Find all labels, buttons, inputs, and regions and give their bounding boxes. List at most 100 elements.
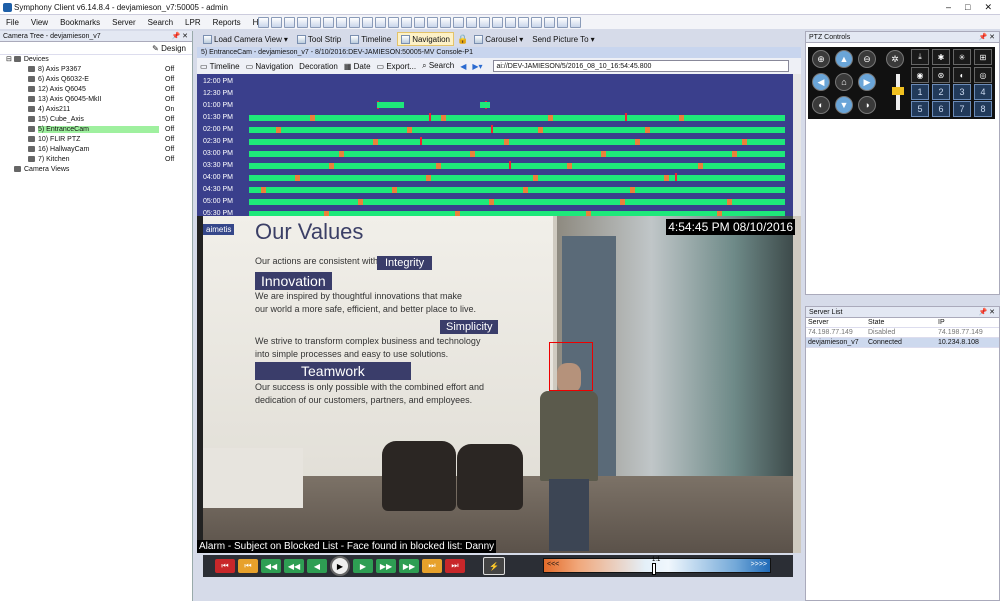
keypad-button[interactable]: 4 xyxy=(974,84,992,100)
tree-camera-item[interactable]: 8) Axis P3367 Off xyxy=(0,65,192,75)
toolbar-icon[interactable] xyxy=(271,16,282,28)
timeline-activity-bar[interactable] xyxy=(249,139,785,145)
toolbar-icon[interactable] xyxy=(258,16,269,28)
toolbar-icon[interactable] xyxy=(518,16,529,28)
video-feed[interactable]: Our Values Our actions are consistent wi… xyxy=(197,216,801,553)
timeline-alarm-mark[interactable] xyxy=(491,125,493,133)
toolbar-icon[interactable] xyxy=(414,16,425,28)
tree-camera-item-selected[interactable]: 5) EntranceCam Off xyxy=(0,125,192,135)
tree-camera-item[interactable]: 16) HallwayCam Off xyxy=(0,145,192,155)
toolbar-icon[interactable] xyxy=(310,16,321,28)
preset-icon[interactable]: ◎ xyxy=(974,67,992,83)
toolbar-icon[interactable] xyxy=(323,16,334,28)
toolbar-icon[interactable] xyxy=(375,16,386,28)
speed-slider[interactable]: <<< 1:1 >>>> xyxy=(543,557,771,575)
keypad-button[interactable]: 3 xyxy=(953,84,971,100)
date-tool-button[interactable]: ▦ Date xyxy=(344,62,371,71)
timeline-scrollbar[interactable] xyxy=(793,74,801,216)
menu-file[interactable]: File xyxy=(0,18,25,27)
send-picture-to-button[interactable]: Send Picture To ▾ xyxy=(529,32,597,46)
tree-camera-item[interactable]: 4) Axis211 On xyxy=(0,105,192,115)
focus-far-icon[interactable]: ◑ xyxy=(858,96,876,114)
keypad-button[interactable]: 7 xyxy=(953,101,971,117)
preset-icon[interactable]: ⊞ xyxy=(974,49,992,65)
pin-icon[interactable]: 📌 ✕ xyxy=(978,32,995,43)
toolbar-icon[interactable] xyxy=(466,16,477,28)
tree-camera-item[interactable]: 15) Cube_Axis Off xyxy=(0,115,192,125)
tree-camera-views[interactable]: Camera Views xyxy=(0,165,192,175)
skip-event-forward-button[interactable]: ⏭ xyxy=(422,559,442,573)
toolbar-icon[interactable] xyxy=(479,16,490,28)
timeline-activity-bar[interactable] xyxy=(480,102,490,108)
preset-icon[interactable]: ⊛ xyxy=(932,67,950,83)
toolbar-icon[interactable] xyxy=(284,16,295,28)
column-server[interactable]: Server xyxy=(806,318,868,327)
menu-lpr[interactable]: LPR xyxy=(179,18,207,27)
close-button[interactable]: ✕ xyxy=(984,0,992,15)
step-back-button[interactable]: ◀ xyxy=(307,559,327,573)
toolbar-icon[interactable] xyxy=(349,16,360,28)
toolbar-icon[interactable] xyxy=(401,16,412,28)
maximize-button[interactable]: □ xyxy=(965,0,970,15)
timeline-alarm-mark[interactable] xyxy=(420,137,422,145)
zoom-slider-knob[interactable] xyxy=(892,87,904,95)
tool-strip-button[interactable]: Tool Strip xyxy=(294,32,344,46)
toolbar-icon[interactable] xyxy=(362,16,373,28)
back-arrow-icon[interactable]: ◀ xyxy=(460,62,466,71)
keypad-button[interactable]: 2 xyxy=(932,84,950,100)
zoom-in-icon[interactable]: ⊕ xyxy=(812,50,830,68)
keypad-button[interactable]: 8 xyxy=(974,101,992,117)
address-field[interactable]: ai://DEV-JAMIESON/5/2016_08_10_16:54:45.… xyxy=(492,60,789,72)
export-tool-button[interactable]: ▭ Export... xyxy=(377,62,417,71)
tilt-down-button[interactable]: ▼ xyxy=(835,96,853,114)
column-state[interactable]: State xyxy=(868,318,938,327)
toolbar-icon[interactable] xyxy=(297,16,308,28)
toolbar-icon[interactable] xyxy=(531,16,542,28)
toolbar-icon[interactable] xyxy=(505,16,516,28)
menu-reports[interactable]: Reports xyxy=(207,18,247,27)
tree-camera-item[interactable]: 7) Kitchen Off xyxy=(0,155,192,165)
keypad-button[interactable]: 1 xyxy=(911,84,929,100)
navigation-tool-button[interactable]: ▭ Navigation xyxy=(246,62,294,71)
carousel-button[interactable]: Carousel ▾ xyxy=(471,32,526,46)
tilt-up-button[interactable]: ▲ xyxy=(835,50,853,68)
forward-arrow-icon[interactable]: ▶▾ xyxy=(472,62,482,71)
timeline-alarm-mark[interactable] xyxy=(509,161,511,169)
zoom-out-icon[interactable]: ⊖ xyxy=(858,50,876,68)
preset-icon[interactable]: ◐ xyxy=(953,67,971,83)
menu-search[interactable]: Search xyxy=(142,18,179,27)
column-ip[interactable]: IP xyxy=(938,318,998,327)
skip-alarm-forward-button[interactable]: ⏭ xyxy=(445,559,465,573)
jump-forward-large-button[interactable]: ▶▶ xyxy=(399,559,419,573)
tree-devices[interactable]: ⊟ Devices xyxy=(0,55,192,65)
menu-server[interactable]: Server xyxy=(106,18,142,27)
pan-right-button[interactable]: ▶ xyxy=(858,73,876,91)
timeline-alarm-mark[interactable] xyxy=(675,173,677,181)
preset-icon[interactable]: ◉ xyxy=(911,67,929,83)
tree-camera-item[interactable]: 12) Axis Q6045 Off xyxy=(0,85,192,95)
toolbar-icon[interactable] xyxy=(336,16,347,28)
menu-view[interactable]: View xyxy=(25,18,54,27)
step-forward-button[interactable]: ▶ xyxy=(353,559,373,573)
timeline-alarm-mark[interactable] xyxy=(429,113,431,121)
server-row-selected[interactable]: devjamieson_v7 Connected 10.234.8.108 xyxy=(806,338,999,348)
search-tool-button[interactable]: ⌕ Search xyxy=(422,61,454,71)
tree-camera-item[interactable]: 13) Axis Q6045-MkII Off xyxy=(0,95,192,105)
toolbar-icon[interactable] xyxy=(492,16,503,28)
timeline-alarm-mark[interactable] xyxy=(625,113,627,121)
toolbar-icon[interactable] xyxy=(453,16,464,28)
jump-back-button[interactable]: ◀◀ xyxy=(284,559,304,573)
decoration-tool-button[interactable]: Decoration xyxy=(299,62,338,71)
timeline-activity-bar[interactable] xyxy=(249,127,785,133)
timeline-toggle-button[interactable]: Timeline xyxy=(347,32,394,46)
preset-icon[interactable]: ✱ xyxy=(932,49,950,65)
keypad-button[interactable]: 6 xyxy=(932,101,950,117)
tree-camera-item[interactable]: 10) FLIR PTZ Off xyxy=(0,135,192,145)
tree-camera-item[interactable]: 6) Axis Q6032-E Off xyxy=(0,75,192,85)
home-icon[interactable]: ⌂ xyxy=(835,73,853,91)
toolbar-icon[interactable] xyxy=(427,16,438,28)
pin-icon[interactable]: 📌 ✕ xyxy=(978,307,995,318)
toolbar-icon[interactable] xyxy=(570,16,581,28)
play-button[interactable]: ▶ xyxy=(330,556,350,576)
jump-back-large-button[interactable]: ◀◀ xyxy=(261,559,281,573)
